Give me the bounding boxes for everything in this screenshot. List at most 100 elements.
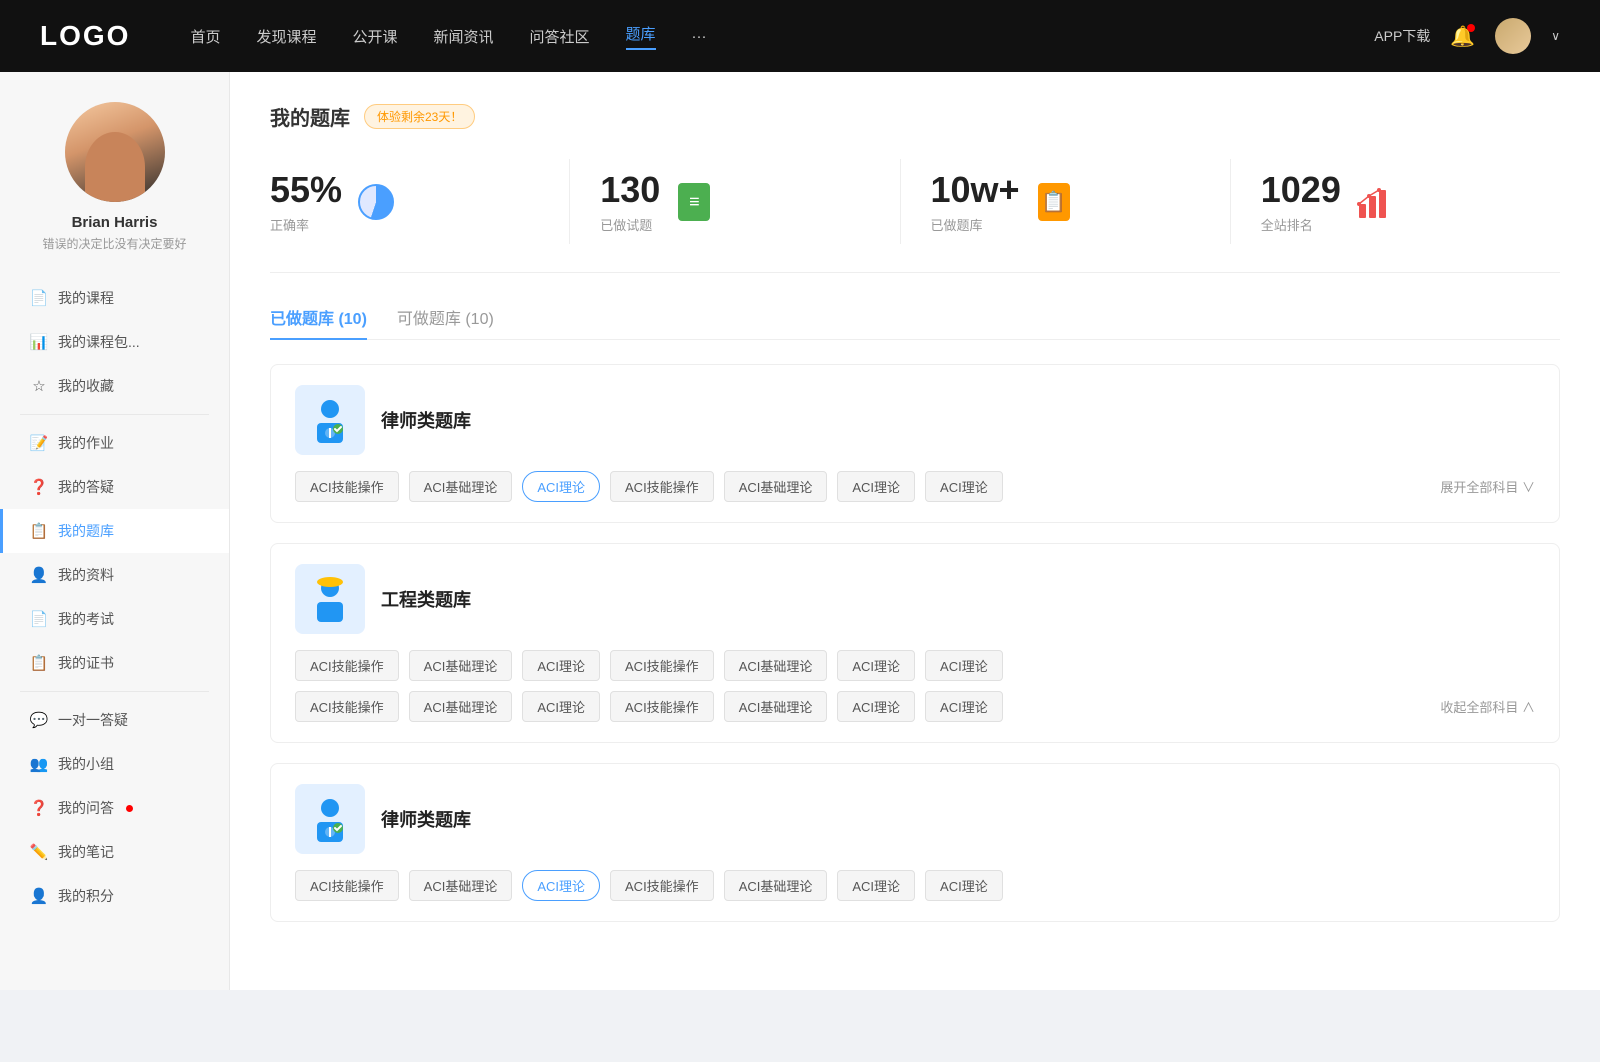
stat-accuracy-label: 正确率 bbox=[270, 215, 342, 234]
my-courses-icon: 📄 bbox=[30, 289, 48, 307]
tags-row-1: ACI技能操作 ACI基础理论 ACI理论 ACI技能操作 ACI基础理论 AC… bbox=[295, 471, 1535, 502]
tag-3-3[interactable]: ACI理论 bbox=[522, 870, 600, 901]
stat-done-q-label: 已做试题 bbox=[600, 215, 660, 234]
one-on-one-icon: 💬 bbox=[30, 711, 48, 729]
course-package-icon: 📊 bbox=[30, 333, 48, 351]
tag-3-5[interactable]: ACI基础理论 bbox=[724, 870, 828, 901]
my-qa-icon: ❓ bbox=[30, 799, 48, 817]
certificates-icon: 📋 bbox=[30, 654, 48, 672]
profile-motto: 错误的决定比没有决定要好 bbox=[42, 235, 186, 252]
my-qa-label: 我的问答 bbox=[58, 798, 114, 818]
profile-name: Brian Harris bbox=[72, 214, 158, 231]
homework-icon: 📝 bbox=[30, 434, 48, 452]
sidebar-item-my-courses[interactable]: 📄 我的课程 bbox=[0, 276, 229, 320]
bank-card-title-2: 工程类题库 bbox=[381, 586, 471, 612]
avatar-image bbox=[65, 102, 165, 202]
tag-2-11[interactable]: ACI技能操作 bbox=[610, 691, 714, 722]
tag-3-7[interactable]: ACI理论 bbox=[925, 870, 1003, 901]
bank-card-header-2: 工程类题库 bbox=[295, 564, 1535, 634]
nav-home[interactable]: 首页 bbox=[190, 26, 220, 47]
tag-3-1[interactable]: ACI技能操作 bbox=[295, 870, 399, 901]
stats-row: 55% 正确率 130 已做试题 10w+ 已做题库 bbox=[270, 159, 1560, 273]
user-menu-chevron-icon[interactable]: ∨ bbox=[1551, 29, 1560, 43]
sidebar: Brian Harris 错误的决定比没有决定要好 📄 我的课程 📊 我的课程包… bbox=[0, 72, 230, 990]
nav-discover[interactable]: 发现课程 bbox=[256, 26, 316, 47]
tag-2-3[interactable]: ACI理论 bbox=[522, 650, 600, 681]
sidebar-item-my-qa[interactable]: ❓ 我的问答 bbox=[0, 786, 229, 830]
tag-2-13[interactable]: ACI理论 bbox=[837, 691, 915, 722]
page-header: 我的题库 体验剩余23天！ bbox=[270, 102, 1560, 131]
nav-qa[interactable]: 问答社区 bbox=[530, 26, 590, 47]
tag-2-1[interactable]: ACI技能操作 bbox=[295, 650, 399, 681]
sidebar-profile: Brian Harris 错误的决定比没有决定要好 bbox=[0, 102, 229, 252]
tag-2-10[interactable]: ACI理论 bbox=[522, 691, 600, 722]
page-title: 我的题库 bbox=[270, 102, 350, 131]
pie-chart-icon bbox=[358, 184, 394, 220]
profile-avatar[interactable] bbox=[65, 102, 165, 202]
sidebar-item-materials[interactable]: 👤 我的资料 bbox=[0, 553, 229, 597]
tag-2-5[interactable]: ACI基础理论 bbox=[724, 650, 828, 681]
tag-1-7[interactable]: ACI理论 bbox=[925, 471, 1003, 502]
avatar-image bbox=[1495, 18, 1531, 54]
trial-badge: 体验剩余23天！ bbox=[364, 104, 475, 129]
sidebar-item-certificates[interactable]: 📋 我的证书 bbox=[0, 641, 229, 685]
tag-1-2[interactable]: ACI基础理论 bbox=[409, 471, 513, 502]
tag-2-2[interactable]: ACI基础理论 bbox=[409, 650, 513, 681]
stat-done-b-label: 已做题库 bbox=[931, 215, 1020, 234]
sidebar-item-one-on-one[interactable]: 💬 一对一答疑 bbox=[0, 698, 229, 742]
sidebar-menu: 📄 我的课程 📊 我的课程包... ☆ 我的收藏 📝 我的作业 ❓ 我的答疑 � bbox=[0, 276, 229, 918]
sidebar-item-favorites[interactable]: ☆ 我的收藏 bbox=[0, 364, 229, 408]
sidebar-item-notes[interactable]: ✏️ 我的笔记 bbox=[0, 830, 229, 874]
notification-bell-icon[interactable]: 🔔 bbox=[1450, 24, 1475, 49]
nav-open-course[interactable]: 公开课 bbox=[352, 26, 397, 47]
tag-2-9[interactable]: ACI基础理论 bbox=[409, 691, 513, 722]
nav-question-bank[interactable]: 题库 bbox=[626, 23, 656, 50]
collapse-link-2[interactable]: 收起全部科目 ∧ bbox=[1440, 697, 1535, 716]
tag-1-4[interactable]: ACI技能操作 bbox=[610, 471, 714, 502]
bank-card-title-1: 律师类题库 bbox=[381, 407, 471, 433]
tag-1-5[interactable]: ACI基础理论 bbox=[724, 471, 828, 502]
stat-rank-value: 1029 bbox=[1261, 169, 1341, 211]
tag-2-14[interactable]: ACI理论 bbox=[925, 691, 1003, 722]
nav-news[interactable]: 新闻资讯 bbox=[434, 26, 494, 47]
sidebar-item-points[interactable]: 👤 我的积分 bbox=[0, 874, 229, 918]
tag-2-4[interactable]: ACI技能操作 bbox=[610, 650, 714, 681]
sidebar-item-homework[interactable]: 📝 我的作业 bbox=[0, 421, 229, 465]
qa-notification-dot bbox=[126, 805, 133, 812]
points-icon: 👤 bbox=[30, 887, 48, 905]
stat-rank-label: 全站排名 bbox=[1261, 215, 1341, 234]
stat-ranking: 1029 全站排名 bbox=[1231, 159, 1560, 244]
tag-2-7[interactable]: ACI理论 bbox=[925, 650, 1003, 681]
tag-1-3[interactable]: ACI理论 bbox=[522, 471, 600, 502]
materials-icon: 👤 bbox=[30, 566, 48, 584]
stat-accuracy-icon bbox=[356, 182, 396, 222]
stat-done-b-icon bbox=[1034, 182, 1074, 222]
tab-done-banks[interactable]: 已做题库 (10) bbox=[270, 305, 367, 339]
tab-available-banks[interactable]: 可做题库 (10) bbox=[397, 305, 494, 339]
tag-1-1[interactable]: ACI技能操作 bbox=[295, 471, 399, 502]
bank-card-engineer: 工程类题库 ACI技能操作 ACI基础理论 ACI理论 ACI技能操作 ACI基… bbox=[270, 543, 1560, 743]
logo[interactable]: LOGO bbox=[40, 20, 130, 52]
tag-3-2[interactable]: ACI基础理论 bbox=[409, 870, 513, 901]
sidebar-item-answers[interactable]: ❓ 我的答疑 bbox=[0, 465, 229, 509]
bank-card-icon-1 bbox=[295, 385, 365, 455]
user-avatar[interactable] bbox=[1495, 18, 1531, 54]
tag-2-12[interactable]: ACI基础理论 bbox=[724, 691, 828, 722]
favorites-label: 我的收藏 bbox=[58, 376, 114, 396]
stat-done-questions: 130 已做试题 bbox=[570, 159, 900, 244]
expand-link-1[interactable]: 展开全部科目 ∨ bbox=[1440, 477, 1535, 496]
tag-3-4[interactable]: ACI技能操作 bbox=[610, 870, 714, 901]
exams-label: 我的考试 bbox=[58, 609, 114, 629]
stat-accuracy-values: 55% 正确率 bbox=[270, 169, 342, 234]
page-wrap: Brian Harris 错误的决定比没有决定要好 📄 我的课程 📊 我的课程包… bbox=[0, 72, 1600, 990]
nav-more[interactable]: ··· bbox=[692, 28, 707, 45]
sidebar-item-group[interactable]: 👥 我的小组 bbox=[0, 742, 229, 786]
tag-2-8[interactable]: ACI技能操作 bbox=[295, 691, 399, 722]
tag-3-6[interactable]: ACI理论 bbox=[837, 870, 915, 901]
sidebar-item-course-package[interactable]: 📊 我的课程包... bbox=[0, 320, 229, 364]
sidebar-item-exams[interactable]: 📄 我的考试 bbox=[0, 597, 229, 641]
tag-1-6[interactable]: ACI理论 bbox=[837, 471, 915, 502]
app-download-button[interactable]: APP下载 bbox=[1374, 26, 1430, 46]
tag-2-6[interactable]: ACI理论 bbox=[837, 650, 915, 681]
sidebar-item-question-bank[interactable]: 📋 我的题库 bbox=[0, 509, 229, 553]
